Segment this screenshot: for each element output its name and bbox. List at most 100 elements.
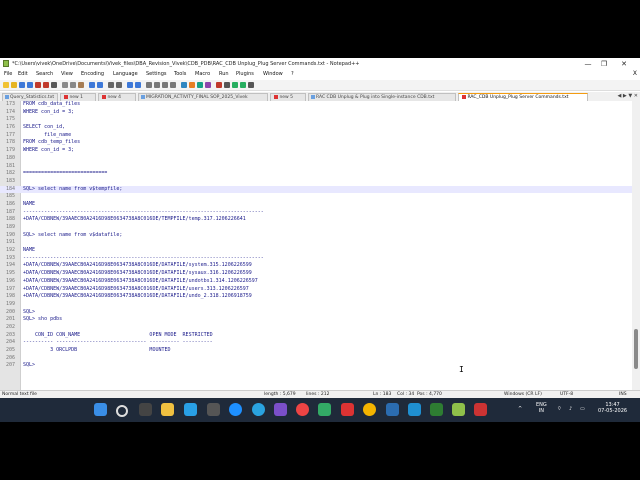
- file-explorer-icon[interactable]: [161, 403, 174, 416]
- clock[interactable]: 13:47 07-05-2026: [598, 402, 627, 414]
- editor-line[interactable]: 181: [0, 163, 632, 171]
- zoom-out-icon[interactable]: [135, 82, 141, 88]
- editor-line[interactable]: 183: [0, 178, 632, 186]
- play-macro-icon[interactable]: [232, 82, 238, 88]
- tab-rac-cdb-unplug-plug-single[interactable]: RAC CDB Unplug & Plug into Single-instan…: [308, 93, 456, 101]
- editor-line[interactable]: 200 SQL>: [0, 309, 632, 317]
- vertical-scrollbar[interactable]: [632, 101, 640, 390]
- menu-plugins[interactable]: Plugins: [236, 71, 254, 77]
- lang-icon[interactable]: [181, 82, 187, 88]
- editor-line[interactable]: 175: [0, 116, 632, 124]
- search-icon[interactable]: [116, 405, 128, 417]
- sync-scroll-icon[interactable]: [146, 82, 152, 88]
- doc-map-icon[interactable]: [189, 82, 195, 88]
- function-list-icon[interactable]: [197, 82, 203, 88]
- open-file-icon[interactable]: [11, 82, 17, 88]
- editor-line[interactable]: 192 NAME: [0, 247, 632, 255]
- print-icon[interactable]: [51, 82, 57, 88]
- editor-line[interactable]: 201 SQL> sho pdbs: [0, 316, 632, 324]
- editor-line[interactable]: 184 SQL> select name from v$tempfile;: [0, 185, 632, 194]
- onenote-icon[interactable]: [274, 403, 287, 416]
- document-close-icon[interactable]: X: [633, 70, 637, 77]
- word-wrap-icon[interactable]: [154, 82, 160, 88]
- stop-macro-icon[interactable]: [224, 82, 230, 88]
- editor-line[interactable]: 202: [0, 324, 632, 332]
- editor-line[interactable]: 187 -------------------------------------…: [0, 209, 632, 217]
- editor-line[interactable]: 190 SQL> select name from v$datafile;: [0, 232, 632, 240]
- editor-line[interactable]: 173 FROM cdb_data_files: [0, 101, 632, 109]
- editor-line[interactable]: 185: [0, 193, 632, 201]
- photos-icon[interactable]: [184, 403, 197, 416]
- notepadpp-taskbar-icon[interactable]: [452, 403, 465, 416]
- editor-line[interactable]: 203 CON_ID CON_NAME OPEN MODE RESTRICTED: [0, 332, 632, 340]
- menu-file[interactable]: File: [4, 71, 12, 77]
- language-indicator[interactable]: ENG IN: [536, 402, 547, 414]
- undo-icon[interactable]: [89, 82, 95, 88]
- wifi-icon[interactable]: ⌔: [557, 406, 562, 412]
- excel-icon[interactable]: [430, 403, 443, 416]
- editor-line[interactable]: 177 file_name: [0, 132, 632, 140]
- run-macro-multiple-icon[interactable]: [240, 82, 246, 88]
- editor-line[interactable]: 194 +DATA/CDBNEW/39AAECB0A2416D98E0634738…: [0, 262, 632, 270]
- task-view-icon[interactable]: [139, 403, 152, 416]
- start-icon[interactable]: [94, 403, 107, 416]
- paste-icon[interactable]: [78, 82, 84, 88]
- menu-tools[interactable]: Tools: [174, 71, 186, 77]
- editor-line[interactable]: 174 WHERE con_id = 3;: [0, 109, 632, 117]
- zoom-in-icon[interactable]: [127, 82, 133, 88]
- close-all-icon[interactable]: [43, 82, 49, 88]
- editor-line[interactable]: 193 -------------------------------------…: [0, 255, 632, 263]
- editor-line[interactable]: 207 SQL>: [0, 362, 632, 370]
- teams-icon[interactable]: [386, 403, 399, 416]
- status-eol[interactable]: Windows (CR LF): [504, 392, 542, 397]
- record-macro-icon[interactable]: [216, 82, 222, 88]
- maximize-button[interactable]: ❐: [594, 59, 614, 69]
- editor-line[interactable]: 182 ============================: [0, 170, 632, 178]
- save-icon[interactable]: [19, 82, 25, 88]
- battery-icon[interactable]: ▭: [580, 406, 585, 412]
- menu-encoding[interactable]: Encoding: [81, 71, 104, 77]
- close-file-icon[interactable]: [35, 82, 41, 88]
- save-all-icon[interactable]: [27, 82, 33, 88]
- editor-line[interactable]: 197 +DATA/CDBNEW/39AAECB0A2416D98E0634738…: [0, 286, 632, 294]
- editor-line[interactable]: 195 +DATA/CDBNEW/39AAECB0A2416D98E0634738…: [0, 270, 632, 278]
- tab-new-4[interactable]: new 4: [98, 93, 136, 101]
- text-editor[interactable]: 173 FROM cdb_data_files 174 WHERE con_id = …: [0, 101, 632, 390]
- menu-search[interactable]: Search: [36, 71, 53, 77]
- editor-line[interactable]: 205 3 ORCLPDB MOUNTED: [0, 347, 632, 355]
- tab-rac-cdb-server-commands[interactable]: RAC_CDB Unplug_Plug Server Commands.txt: [458, 93, 588, 101]
- copy-icon[interactable]: [70, 82, 76, 88]
- redo-icon[interactable]: [97, 82, 103, 88]
- show-all-chars-icon[interactable]: [162, 82, 168, 88]
- tray-chevron-icon[interactable]: ^: [518, 406, 522, 412]
- settings-icon[interactable]: [207, 403, 220, 416]
- editor-line[interactable]: 188 +DATA/CDBNEW/39AAECB0A2416D98E0634738…: [0, 216, 632, 224]
- new-file-icon[interactable]: [3, 82, 9, 88]
- find-icon[interactable]: [108, 82, 114, 88]
- menu-edit[interactable]: Edit: [18, 71, 28, 77]
- editor-line[interactable]: 206: [0, 355, 632, 363]
- save-macro-icon[interactable]: [248, 82, 254, 88]
- menu-run[interactable]: Run: [219, 71, 229, 77]
- cut-icon[interactable]: [62, 82, 68, 88]
- status-mode[interactable]: INS: [619, 392, 627, 397]
- status-encoding[interactable]: UTF-8: [560, 392, 573, 397]
- replace-icon[interactable]: [116, 82, 122, 88]
- editor-line[interactable]: 191: [0, 239, 632, 247]
- snipping-tool-icon[interactable]: [474, 403, 487, 416]
- tab-query-statistics[interactable]: Query_Statistics.txt: [2, 93, 58, 101]
- editor-line[interactable]: 186 NAME: [0, 201, 632, 209]
- tab-new-5[interactable]: new 5: [270, 93, 306, 101]
- scrollbar-thumb[interactable]: [634, 329, 638, 369]
- close-button[interactable]: ✕: [614, 59, 634, 69]
- editor-line[interactable]: 198 +DATA/CDBNEW/39AAECB0A2416D98E0634738…: [0, 293, 632, 301]
- editor-line[interactable]: 199: [0, 301, 632, 309]
- edge-icon[interactable]: [229, 403, 242, 416]
- wps-office-icon[interactable]: [341, 403, 354, 416]
- menu-language[interactable]: Language: [113, 71, 138, 77]
- tab-scroll-arrows[interactable]: ◀ ▶ ▼ ✕: [618, 93, 639, 99]
- editor-line[interactable]: 178 FROM cdb_temp_files: [0, 139, 632, 147]
- editor-line[interactable]: 204 ---------- --------------------------…: [0, 339, 632, 347]
- menu-window[interactable]: Window: [263, 71, 283, 77]
- telegram-icon[interactable]: [252, 403, 265, 416]
